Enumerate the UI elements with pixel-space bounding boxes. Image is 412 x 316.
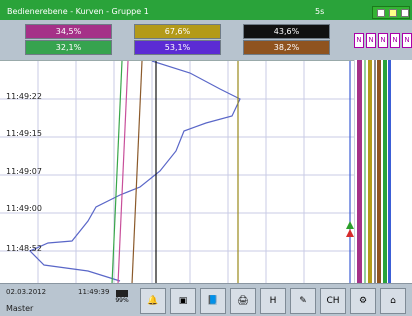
book-button[interactable]: 📘	[200, 288, 226, 314]
marker-red	[346, 229, 354, 237]
time-text: 11:49:39	[78, 288, 110, 296]
pen-button[interactable]: ✎	[290, 288, 316, 314]
channel-icon: CH	[326, 296, 340, 306]
display-button[interactable]: ▣	[170, 288, 196, 314]
time-label: 11:49:22	[6, 92, 42, 101]
marker-green	[346, 221, 354, 229]
channel-button[interactable]: CH	[320, 288, 346, 314]
trend-chart[interactable]: 11:49:22 11:49:15 11:49:07 11:49:00 11:4…	[0, 60, 354, 285]
sample-rate: 5s	[315, 7, 325, 16]
bell-icon: 🔔	[147, 296, 159, 306]
mini-indicator[interactable]: N	[378, 33, 388, 48]
value-2: 67,6%	[134, 24, 221, 39]
value-6: 38,2%	[243, 40, 330, 55]
grid	[0, 61, 354, 284]
home-icon: ⌂	[390, 296, 396, 306]
storage-pct: 99%	[115, 297, 129, 304]
mini-indicator[interactable]: N	[366, 33, 376, 48]
h-button[interactable]: H	[260, 288, 286, 314]
bars-svg	[357, 60, 391, 283]
toolbar: 02.03.2012 11:49:39 Master 99% 🔔 ▣ 📘 🖨 H…	[0, 283, 412, 316]
bell-button[interactable]: 🔔	[140, 288, 166, 314]
printer-icon: 🖨	[237, 296, 249, 306]
values-bar: 34,5% 67,6% 43,6% 32,1% 53,1% 38,2% N N …	[0, 20, 412, 60]
date-text: 02.03.2012	[6, 288, 47, 296]
status-icon	[389, 9, 397, 17]
value-1: 34,5%	[25, 24, 112, 39]
mini-indicator[interactable]: N	[390, 33, 400, 48]
user-label: Master	[6, 304, 34, 313]
channel-bars	[355, 60, 412, 283]
trace-main	[28, 60, 241, 282]
h-icon: H	[269, 296, 277, 306]
storage-indicator: 99%	[112, 288, 132, 312]
settings-button[interactable]: ⚙	[350, 288, 376, 314]
pen-icon: ✎	[299, 296, 307, 306]
time-label: 11:49:00	[6, 204, 42, 213]
display-icon: ▣	[178, 296, 188, 306]
page-title: Bedienerebene - Kurven - Gruppe 1	[7, 7, 149, 16]
title-bar: Bedienerebene - Kurven - Gruppe 1 5s	[0, 0, 412, 20]
time-label: 11:49:07	[6, 167, 42, 176]
mini-indicator[interactable]: N	[402, 33, 412, 48]
status-icon	[401, 9, 409, 17]
printer-button[interactable]: 🖨	[230, 288, 256, 314]
chart-svg	[0, 60, 354, 285]
value-3: 43,6%	[243, 24, 330, 39]
value-4: 32,1%	[25, 40, 112, 55]
status-icon-group	[372, 6, 410, 19]
mini-indicator[interactable]: N	[354, 33, 364, 48]
settings-icon: ⚙	[358, 296, 368, 306]
time-label: 11:48:52	[6, 244, 42, 253]
home-button[interactable]: ⌂	[380, 288, 406, 314]
time-label: 11:49:15	[6, 129, 42, 138]
storage-bar	[116, 290, 128, 297]
book-icon: 📘	[207, 296, 219, 306]
value-5: 53,1%	[134, 40, 221, 55]
status-icon	[377, 9, 385, 17]
